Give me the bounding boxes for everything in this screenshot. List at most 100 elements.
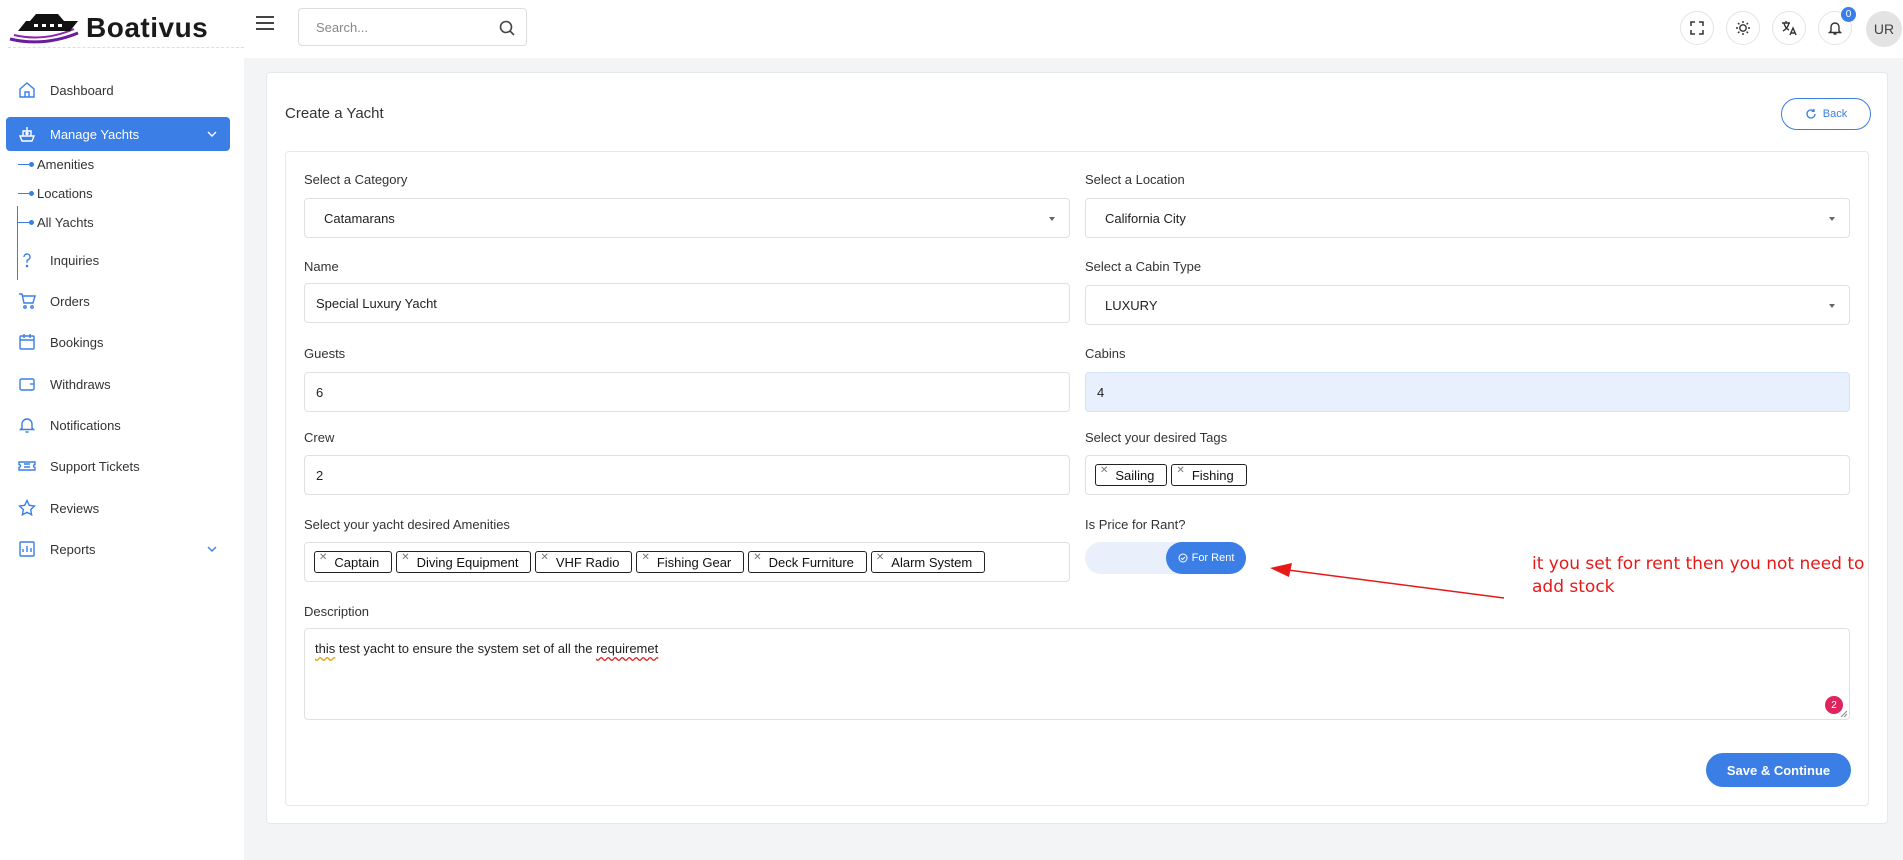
language-button[interactable]: [1772, 11, 1806, 45]
remove-amenity-icon[interactable]: ✕: [319, 552, 327, 563]
report-icon: [19, 541, 35, 557]
resize-handle-icon[interactable]: [1840, 710, 1848, 718]
wallet-icon: [19, 378, 35, 391]
amenity-label: Captain: [334, 554, 380, 570]
category-select[interactable]: Catamarans: [304, 198, 1070, 238]
guests-label: Guests: [304, 346, 346, 361]
ship-icon: [18, 127, 36, 142]
guests-input[interactable]: 6: [304, 372, 1070, 412]
tags-label: Select your desired Tags: [1085, 430, 1228, 445]
sidebar-item-reports[interactable]: Reports: [6, 532, 230, 566]
back-button[interactable]: Back: [1781, 98, 1871, 130]
sidebar: Dashboard Manage Yachts Amenities Locati…: [0, 58, 244, 860]
page-title: Create a Yacht: [285, 105, 384, 122]
user-avatar[interactable]: UR: [1866, 11, 1902, 47]
refresh-icon: [1806, 109, 1816, 119]
caret-down-icon: [1049, 217, 1055, 221]
remove-amenity-icon[interactable]: ✕: [401, 552, 409, 563]
crew-input[interactable]: 2: [304, 455, 1070, 495]
boat-logo-icon: [9, 13, 79, 43]
amenity-chip: ✕ Fishing Gear: [636, 551, 745, 573]
sidebar-item-label: Reports: [50, 541, 96, 557]
sidebar-item-bookings[interactable]: Bookings: [6, 325, 230, 359]
amenity-chip: ✕ Deck Furniture: [748, 551, 867, 573]
description-label: Description: [304, 604, 370, 619]
search-icon[interactable]: [498, 19, 516, 37]
sidebar-subitem-label: Amenities: [37, 156, 95, 172]
sidebar-item-manage-yachts[interactable]: Manage Yachts: [6, 117, 230, 151]
guests-value: 6: [316, 384, 324, 400]
amenities-label: Select your yacht desired Amenities: [304, 517, 510, 532]
bell-icon: [18, 418, 36, 433]
sidebar-item-orders[interactable]: Orders: [6, 284, 230, 318]
category-value: Catamarans: [324, 210, 395, 226]
search-box: [298, 8, 527, 46]
notifications-button[interactable]: 0: [1818, 7, 1856, 45]
search-input[interactable]: [299, 9, 479, 45]
sidebar-item-label: Notifications: [50, 417, 121, 433]
crew-label: Crew: [304, 430, 335, 445]
amenity-label: Fishing Gear: [656, 554, 732, 570]
sidebar-item-reviews[interactable]: Reviews: [6, 491, 230, 525]
sidebar-item-support-tickets[interactable]: Support Tickets: [6, 449, 230, 483]
sidebar-item-withdraws[interactable]: Withdraws: [6, 367, 230, 401]
sidebar-item-label: Withdraws: [50, 376, 111, 392]
remove-amenity-icon[interactable]: ✕: [540, 552, 548, 563]
amenity-label: Alarm System: [891, 554, 973, 570]
tags-input[interactable]: ✕ Sailing ✕ Fishing: [1085, 455, 1850, 495]
top-bar: Boativus 0 UR: [0, 0, 1903, 58]
sidebar-subitem-all-yachts[interactable]: All Yachts: [18, 212, 94, 232]
sidebar-item-notifications[interactable]: Notifications: [6, 408, 230, 442]
cabin-type-select[interactable]: LUXURY: [1085, 285, 1850, 325]
ticket-icon: [18, 461, 36, 471]
name-input[interactable]: Special Luxury Yacht: [304, 283, 1070, 323]
cabins-input[interactable]: 4: [1085, 372, 1850, 412]
question-icon: [23, 253, 31, 268]
fullscreen-button[interactable]: [1680, 11, 1714, 45]
sun-icon: [1736, 21, 1750, 35]
toggle-knob: For Rent: [1166, 542, 1246, 574]
cabin-type-label: Select a Cabin Type: [1085, 259, 1202, 274]
check-circle-icon: [1178, 553, 1188, 563]
menu-toggle-icon[interactable]: [256, 16, 274, 30]
remove-amenity-icon[interactable]: ✕: [876, 552, 884, 563]
spellcheck-word: requiremet: [596, 641, 659, 656]
amenities-input[interactable]: ✕ Captain ✕ Diving Equipment ✕ VHF Radio ✕ F…: [304, 542, 1070, 582]
sidebar-item-label: Bookings: [50, 334, 104, 350]
amenity-chip: ✕ Diving Equipment: [396, 551, 532, 573]
logo[interactable]: Boativus: [8, 8, 244, 48]
remove-tag-icon[interactable]: ✕: [1176, 465, 1184, 476]
cabins-label: Cabins: [1085, 346, 1126, 361]
for-rent-toggle[interactable]: For Rent: [1085, 542, 1246, 574]
brand-name: Boativus: [86, 11, 209, 43]
category-label: Select a Category: [304, 172, 408, 187]
name-value: Special Luxury Yacht: [316, 295, 437, 311]
description-textarea[interactable]: this test yacht to ensure the system set…: [304, 628, 1850, 720]
sidebar-item-label: Orders: [50, 293, 90, 309]
sidebar-item-inquiries[interactable]: Inquiries: [6, 243, 230, 277]
save-continue-button[interactable]: Save & Continue: [1706, 753, 1851, 787]
sidebar-subitem-locations[interactable]: Locations: [18, 183, 93, 203]
back-button-label: Back: [1822, 108, 1848, 120]
remove-tag-icon[interactable]: ✕: [1100, 465, 1108, 476]
chevron-down-icon: [207, 131, 217, 137]
spellcheck-word: this: [315, 641, 336, 656]
tag-label: Fishing: [1191, 467, 1234, 483]
star-icon: [18, 499, 36, 517]
crew-value: 2: [316, 467, 324, 483]
location-value: California City: [1105, 210, 1186, 226]
remove-amenity-icon[interactable]: ✕: [753, 552, 761, 563]
amenity-chip: ✕ VHF Radio: [535, 551, 633, 573]
location-select[interactable]: California City: [1085, 198, 1850, 238]
sidebar-item-label: Support Tickets: [50, 458, 140, 474]
sidebar-item-dashboard[interactable]: Dashboard: [6, 73, 230, 107]
notification-count-badge: 0: [1841, 7, 1856, 22]
amenity-label: VHF Radio: [555, 554, 620, 570]
amenity-chip: ✕ Captain: [314, 551, 393, 573]
sidebar-subitem-amenities[interactable]: Amenities: [18, 154, 94, 174]
description-text: test yacht to ensure the system set of a…: [335, 641, 597, 656]
remove-amenity-icon[interactable]: ✕: [641, 552, 649, 563]
theme-toggle-button[interactable]: [1726, 11, 1760, 45]
sidebar-item-label: Inquiries: [50, 252, 100, 268]
amenity-label: Deck Furniture: [768, 554, 854, 570]
